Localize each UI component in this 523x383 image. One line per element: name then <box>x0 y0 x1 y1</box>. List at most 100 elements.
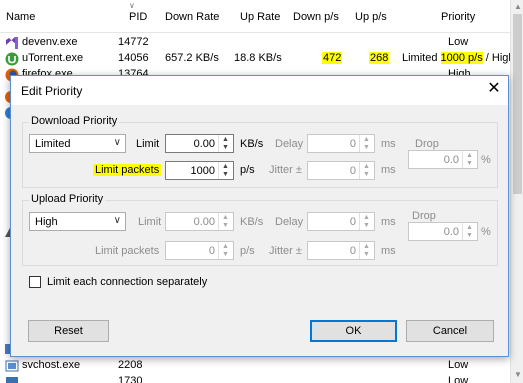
process-pid: 1730 <box>118 375 143 383</box>
download-priority-label: Download Priority <box>29 115 120 127</box>
scroll-down-icon[interactable]: ▼ <box>514 370 522 379</box>
process-priority: Low <box>448 375 469 383</box>
edit-priority-dialog: Edit Priority ✕ Download Priority Limite… <box>10 75 509 357</box>
spin-down-icon[interactable]: ▼ <box>222 222 229 230</box>
dialog-title: Edit Priority <box>21 84 83 98</box>
process-pid: 2208 <box>118 359 143 371</box>
close-icon[interactable]: ✕ <box>484 79 504 99</box>
download-limit-spinner[interactable]: 0.00 ▲ ▼ <box>165 134 234 153</box>
download-drop-label: Drop <box>415 138 439 150</box>
priority-mode: Limited <box>402 52 438 64</box>
spin-down-icon[interactable]: ▼ <box>466 160 473 168</box>
spin-up-icon[interactable]: ▲ <box>466 224 473 232</box>
vertical-scrollbar[interactable]: ▲ ▼ <box>510 0 523 383</box>
upload-priority-label: Upload Priority <box>29 193 106 205</box>
column-header-down-ps[interactable]: Down p/s <box>293 11 339 23</box>
spin-up-icon[interactable]: ▲ <box>222 163 229 171</box>
upload-limit-value: 0.00 <box>193 216 215 228</box>
download-drop-value: 0.0 <box>443 154 459 166</box>
spin-down-icon[interactable]: ▼ <box>222 251 229 259</box>
dialog-titlebar: Edit Priority ✕ <box>11 76 508 105</box>
spin-up-icon[interactable]: ▲ <box>222 243 229 251</box>
process-name: devenv.exe <box>22 36 78 48</box>
upload-drop-value: 0.0 <box>443 226 459 238</box>
spinner-buttons[interactable]: ▲ ▼ <box>462 223 477 240</box>
cancel-button[interactable]: Cancel <box>406 320 494 342</box>
download-delay-value: 0 <box>349 138 356 150</box>
spinner-buttons[interactable]: ▲ ▼ <box>462 151 477 168</box>
spin-down-icon[interactable]: ▼ <box>466 232 473 240</box>
upload-delay-spinner[interactable]: 0 ▲ ▼ <box>307 212 375 231</box>
process-priority: Low <box>448 359 469 371</box>
spin-up-icon[interactable]: ▲ <box>222 214 229 222</box>
download-packets-unit: p/s <box>240 164 255 176</box>
spin-down-icon[interactable]: ▼ <box>222 144 229 152</box>
separate-connections-checkbox[interactable] <box>29 276 41 288</box>
spin-down-icon[interactable]: ▼ <box>363 144 370 152</box>
process-name: svchost.exe <box>22 359 81 371</box>
chevron-down-icon: ∨ <box>113 215 121 226</box>
spin-up-icon[interactable]: ▲ <box>363 214 370 222</box>
scroll-up-icon[interactable]: ▲ <box>514 2 522 11</box>
upload-delay-label: Delay <box>275 216 304 228</box>
download-delay-unit: ms <box>381 138 396 150</box>
spin-down-icon[interactable]: ▼ <box>363 251 370 259</box>
spin-up-icon[interactable]: ▲ <box>222 136 229 144</box>
spin-down-icon[interactable]: ▼ <box>363 222 370 230</box>
column-header-up-rate[interactable]: Up Rate <box>240 11 280 23</box>
process-name: uTorrent.exe <box>22 52 84 64</box>
download-packets-spinner[interactable]: 1000 ▲ ▼ <box>165 161 234 180</box>
upload-packets-spinner[interactable]: 0 ▲ ▼ <box>165 241 234 260</box>
process-pid: 14772 <box>118 36 149 48</box>
process-priority: Limited 1000 p/s / High <box>402 52 515 64</box>
table-row[interactable]: devenv.exe 14772 Low <box>0 35 510 51</box>
upload-delay-unit: ms <box>381 216 396 228</box>
spinner-buttons[interactable]: ▲ ▼ <box>218 213 233 230</box>
download-delay-spinner[interactable]: 0 ▲ ▼ <box>307 134 375 153</box>
spinner-buttons[interactable]: ▲ ▼ <box>218 135 233 152</box>
download-jitter-unit: ms <box>381 164 396 176</box>
download-mode-select[interactable]: Limited ∨ <box>29 134 126 153</box>
spin-up-icon[interactable]: ▲ <box>363 243 370 251</box>
ok-button[interactable]: OK <box>310 320 397 342</box>
spin-down-icon[interactable]: ▼ <box>363 171 370 179</box>
table-row[interactable]: svchost.exe 2208 Low <box>0 358 510 374</box>
spin-up-icon[interactable]: ▲ <box>363 136 370 144</box>
spin-up-icon[interactable]: ▲ <box>466 152 473 160</box>
spinner-buttons[interactable]: ▲ ▼ <box>359 242 374 259</box>
column-header-priority[interactable]: Priority <box>441 11 475 23</box>
column-header-down-rate[interactable]: Down Rate <box>165 11 219 23</box>
spinner-buttons[interactable]: ▲ ▼ <box>359 162 374 179</box>
spin-down-icon[interactable]: ▼ <box>222 171 229 179</box>
upload-jitter-spinner[interactable]: 0 ▲ ▼ <box>307 241 375 260</box>
column-header-pid[interactable]: PID <box>129 11 147 23</box>
table-row[interactable]: uTorrent.exe 14056 657.2 KB/s 18.8 KB/s … <box>0 51 515 67</box>
column-header-name[interactable]: Name <box>6 11 35 23</box>
upload-mode-select[interactable]: High ∨ <box>29 212 126 231</box>
spinner-buttons[interactable]: ▲ ▼ <box>359 135 374 152</box>
scrollbar-thumb[interactable] <box>513 14 522 194</box>
download-limit-unit: KB/s <box>240 138 264 150</box>
separate-connections-label[interactable]: Limit each connection separately <box>47 276 207 288</box>
reset-button[interactable]: Reset <box>28 320 109 342</box>
process-down-rate: 657.2 KB/s <box>165 52 219 64</box>
upload-drop-unit: % <box>481 226 491 238</box>
priority-separator: / <box>482 52 492 64</box>
utorrent-icon <box>5 52 19 66</box>
spinner-buttons[interactable]: ▲ ▼ <box>359 213 374 230</box>
upload-limit-label: Limit <box>138 216 162 228</box>
upload-limit-unit: KB/s <box>240 216 264 228</box>
sort-indicator-icon: ∨ <box>129 1 135 10</box>
upload-drop-spinner[interactable]: 0.0 ▲ ▼ <box>408 222 478 241</box>
download-drop-spinner[interactable]: 0.0 ▲ ▼ <box>408 150 478 169</box>
spin-up-icon[interactable]: ▲ <box>363 163 370 171</box>
upload-jitter-unit: ms <box>381 245 396 257</box>
upload-limit-spinner[interactable]: 0.00 ▲ ▼ <box>165 212 234 231</box>
spinner-buttons[interactable]: ▲ ▼ <box>218 162 233 179</box>
process-pid: 14056 <box>118 52 149 64</box>
chevron-down-icon: ∨ <box>113 137 121 148</box>
column-header-up-ps[interactable]: Up p/s <box>355 11 387 23</box>
table-row[interactable]: 1730 Low <box>0 374 510 383</box>
download-jitter-spinner[interactable]: 0 ▲ ▼ <box>307 161 375 180</box>
spinner-buttons[interactable]: ▲ ▼ <box>218 242 233 259</box>
